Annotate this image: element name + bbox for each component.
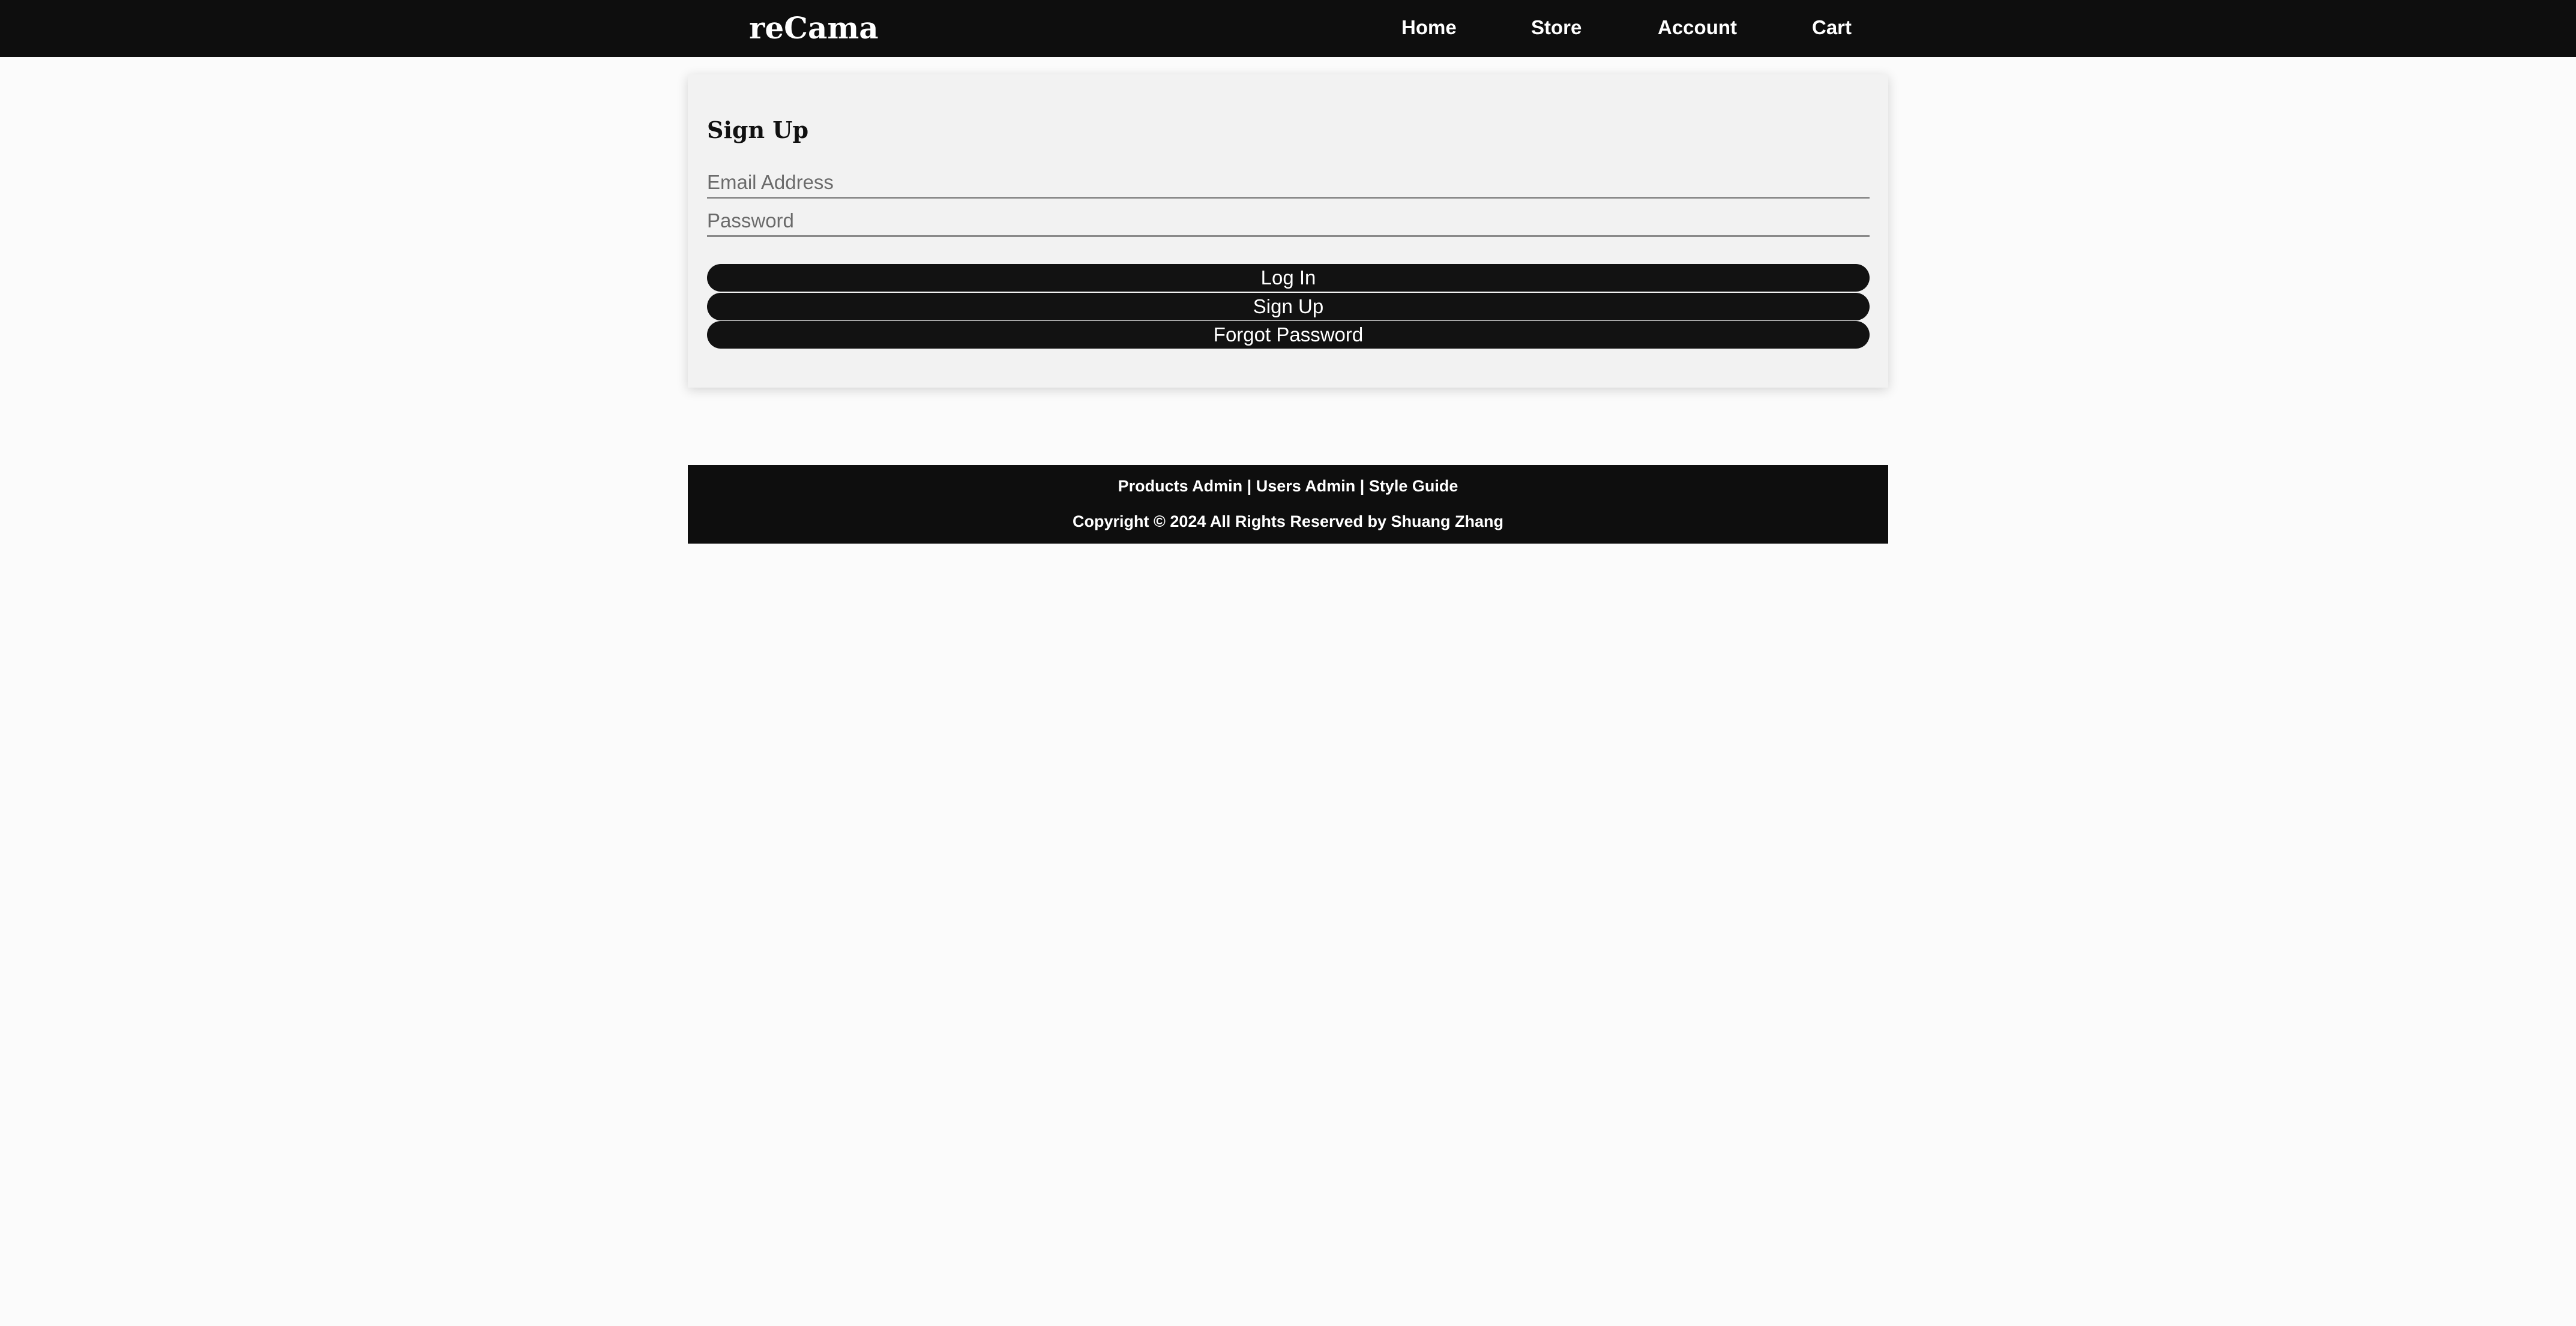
signup-button[interactable]: Sign Up — [707, 293, 1870, 320]
users-admin-link[interactable]: Users Admin — [1256, 477, 1356, 495]
signup-title: Sign Up — [707, 116, 809, 143]
footer-separator: | — [1359, 477, 1365, 495]
nav-store-link[interactable]: Store — [1531, 12, 1581, 43]
copyright-text: Copyright © 2024 All Rights Reserved by … — [1072, 512, 1504, 530]
footer-links: Products Admin | Users Admin | Style Gui… — [688, 475, 1888, 497]
nav-home-link[interactable]: Home — [1401, 12, 1457, 43]
footer-separator: | — [1247, 477, 1252, 495]
top-navbar: reCama Home Store Account Cart — [0, 0, 2576, 57]
forgot-password-button[interactable]: Forgot Password — [707, 321, 1870, 349]
login-button[interactable]: Log In — [707, 264, 1870, 292]
footer: Products Admin | Users Admin | Style Gui… — [688, 465, 1888, 544]
password-field[interactable] — [707, 206, 1870, 237]
products-admin-link[interactable]: Products Admin — [1118, 477, 1243, 495]
style-guide-link[interactable]: Style Guide — [1369, 477, 1458, 495]
signup-card: Sign Up Log In Sign Up Forgot Password — [688, 74, 1888, 388]
email-field[interactable] — [707, 167, 1870, 199]
brand-logo[interactable]: reCama — [749, 8, 879, 48]
nav-cart-link[interactable]: Cart — [1812, 12, 1852, 43]
nav-account-link[interactable]: Account — [1658, 12, 1737, 43]
